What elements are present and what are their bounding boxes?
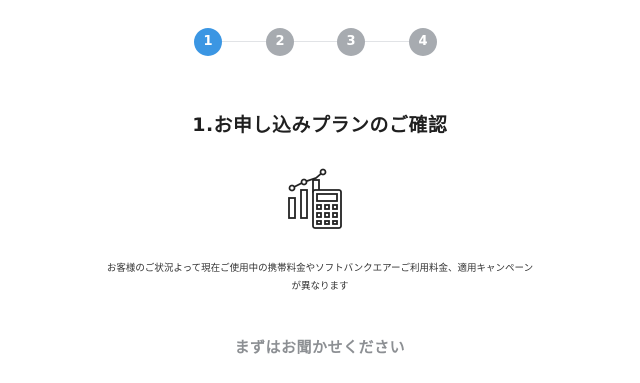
- section-lead: まずはお聞かせください: [234, 338, 406, 356]
- step-2: 2: [266, 28, 294, 56]
- page-title: 1.お申し込みプランのご確認: [192, 114, 448, 136]
- step-1: 1: [194, 28, 222, 56]
- step-3: 3: [337, 28, 365, 56]
- progress-stepper: 1 2 3 4: [0, 28, 640, 56]
- description-text: お客様のご状況よって現在ご使用中の携帯料金やソフトバンクエアーご利用料金、適用キ…: [60, 260, 580, 296]
- step-4: 4: [409, 28, 437, 56]
- description-line-2: が異なります: [291, 281, 349, 292]
- stepper-connector: [208, 41, 423, 42]
- description-line-1: お客様のご状況よって現在ご使用中の携帯料金やソフトバンクエアーご利用料金、適用キ…: [106, 263, 534, 274]
- calculator-chart-icon: [285, 168, 345, 232]
